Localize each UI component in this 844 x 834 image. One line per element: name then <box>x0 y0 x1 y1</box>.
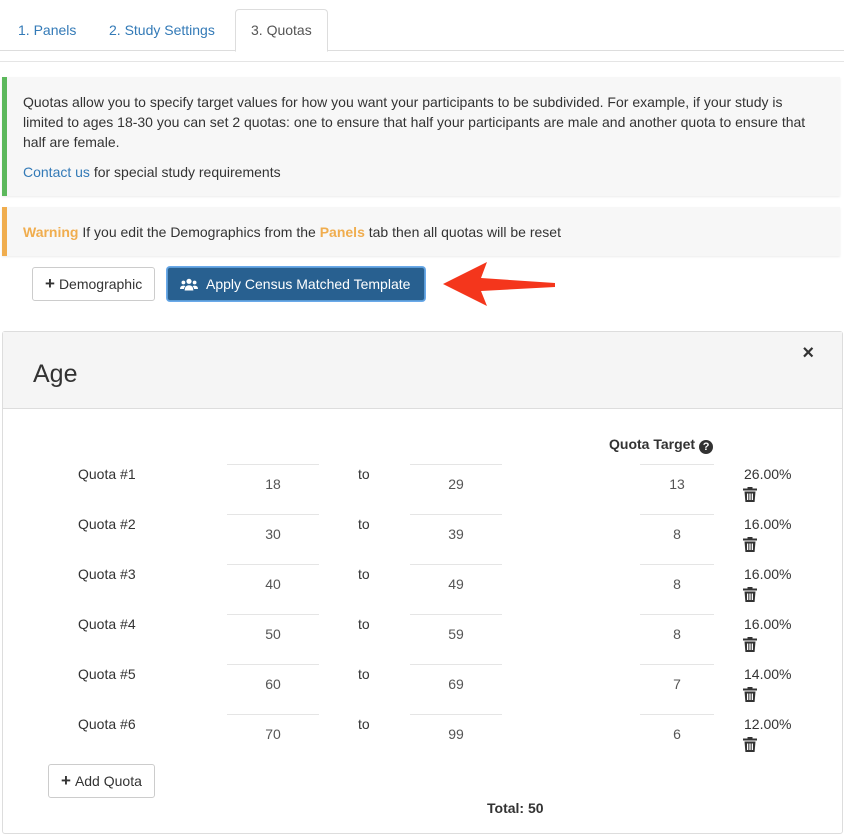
quota-target-input[interactable] <box>640 664 714 700</box>
warning-callout: Warning If you edit the Demographics fro… <box>2 207 840 256</box>
quota-target-input[interactable] <box>640 564 714 600</box>
quota-percent: 12.00% <box>744 716 792 732</box>
quota-percent: 26.00% <box>744 466 792 482</box>
trash-icon[interactable] <box>743 737 757 755</box>
quota-percent: 16.00% <box>744 566 792 582</box>
quota-total: Total: 50 <box>487 800 544 816</box>
warning-text-after: tab then all quotas will be reset <box>364 224 561 240</box>
quota-label: Quota #1 <box>78 466 136 482</box>
add-quota-label: Add Quota <box>74 773 142 789</box>
add-quota-button[interactable]: + Add Quota <box>48 764 155 798</box>
panel-header: Age × <box>3 332 842 409</box>
quota-to-input[interactable] <box>410 514 502 550</box>
trash-icon[interactable] <box>743 687 757 705</box>
quota-label: Quota #3 <box>78 566 136 582</box>
quota-label: Quota #6 <box>78 716 136 732</box>
quota-percent: 16.00% <box>744 516 792 532</box>
to-label: to <box>358 466 370 482</box>
tab-study-settings[interactable]: 2. Study Settings <box>94 9 230 51</box>
apply-census-template-button[interactable]: Apply Census Matched Template <box>167 267 425 301</box>
quota-target-header: Quota Target? <box>609 436 714 454</box>
quota-from-input[interactable] <box>227 564 319 600</box>
quota-to-input[interactable] <box>410 714 502 750</box>
quota-from-input[interactable] <box>227 614 319 650</box>
quota-from-input[interactable] <box>227 664 319 700</box>
plus-icon: + <box>61 771 71 790</box>
quota-from-input[interactable] <box>227 514 319 550</box>
warning-text-before: If you edit the Demographics from the <box>78 224 320 240</box>
quota-target-input[interactable] <box>640 614 714 650</box>
tab-panels[interactable]: 1. Panels <box>3 9 91 51</box>
divider <box>0 61 844 62</box>
contact-line: Contact us for special study requirement… <box>23 162 820 182</box>
quota-to-input[interactable] <box>410 664 502 700</box>
warning-panels-text: Panels <box>319 224 365 240</box>
quota-to-input[interactable] <box>410 614 502 650</box>
to-label: to <box>358 666 370 682</box>
tab-quotas[interactable]: 3. Quotas <box>235 9 328 52</box>
panel-title: Age <box>33 360 78 388</box>
quota-to-input[interactable] <box>410 464 502 500</box>
red-arrow-icon <box>443 262 555 306</box>
users-icon <box>180 278 198 291</box>
trash-icon[interactable] <box>743 587 757 605</box>
warning-label: Warning <box>23 224 79 240</box>
trash-icon[interactable] <box>743 637 757 655</box>
quota-target-input[interactable] <box>640 714 714 750</box>
contact-us-link[interactable]: Contact us <box>23 164 90 180</box>
add-demographic-button[interactable]: + Demographic <box>32 267 156 301</box>
census-label: Apply Census Matched Template <box>206 276 411 292</box>
quota-target-label: Quota Target <box>609 436 696 452</box>
quota-label: Quota #2 <box>78 516 136 532</box>
quota-target-input[interactable] <box>640 464 714 500</box>
quota-from-input[interactable] <box>227 714 319 750</box>
demographic-label: Demographic <box>58 276 143 292</box>
info-callout: Quotas allow you to specify target value… <box>2 77 840 196</box>
quota-to-input[interactable] <box>410 564 502 600</box>
quota-percent: 14.00% <box>744 666 792 682</box>
trash-icon[interactable] <box>743 537 757 555</box>
to-label: to <box>358 566 370 582</box>
trash-icon[interactable] <box>743 487 757 505</box>
to-label: to <box>358 716 370 732</box>
close-icon[interactable]: × <box>802 342 814 365</box>
quota-percent: 16.00% <box>744 616 792 632</box>
contact-rest-text: for special study requirements <box>89 164 281 180</box>
tab-bar: 1. Panels 2. Study Settings 3. Quotas <box>0 0 844 52</box>
plus-icon: + <box>45 274 55 293</box>
to-label: to <box>358 616 370 632</box>
quota-label: Quota #5 <box>78 666 136 682</box>
quota-target-input[interactable] <box>640 514 714 550</box>
to-label: to <box>358 516 370 532</box>
info-text: Quotas allow you to specify target value… <box>23 94 806 150</box>
quota-label: Quota #4 <box>78 616 136 632</box>
quota-from-input[interactable] <box>227 464 319 500</box>
question-circle-icon[interactable]: ? <box>699 440 714 454</box>
